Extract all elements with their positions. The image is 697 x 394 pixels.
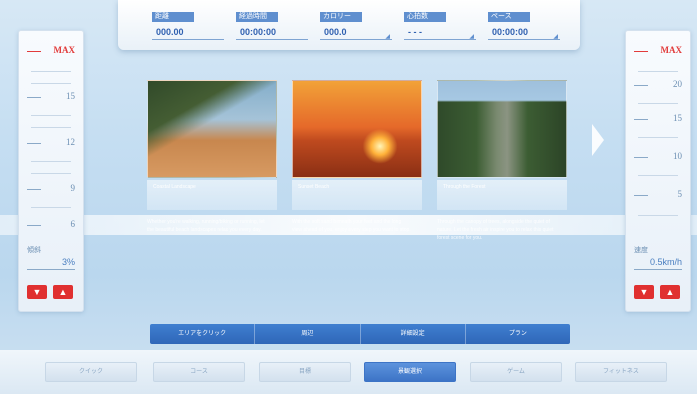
incline-up-button[interactable]: ▲ [53, 285, 73, 299]
speed-up-button[interactable]: ▲ [660, 285, 680, 299]
course-description: Whether you're walking, running/biking o… [147, 219, 265, 233]
course-card[interactable]: Through the Forest Through the canopy of… [437, 80, 567, 242]
speed-down-button[interactable]: ▼ [634, 285, 654, 299]
scale-tick: 15 [25, 91, 79, 103]
course-photo[interactable] [147, 80, 277, 178]
stat-label: 経過時間 [236, 12, 278, 22]
scale-tick: 15 [632, 113, 686, 125]
stat-label: 距離 [152, 12, 194, 22]
incline-down-button[interactable]: ▼ [27, 285, 47, 299]
corner-arrow-icon: ◢ [469, 34, 474, 40]
stat-pace[interactable]: ペース 00:00:00 ◢ [488, 12, 560, 42]
stat-distance: 距離 000.00 [152, 12, 224, 42]
stat-value: 000.00 [152, 24, 224, 40]
stat-value: 00:00:00 [488, 24, 560, 40]
incline-value: 3% [61, 257, 75, 267]
chevron-right-icon[interactable] [592, 124, 604, 156]
scale-max: MAX [25, 45, 79, 57]
course-caption: Sunset Beach [292, 180, 422, 210]
scale-tick: 10 [632, 151, 686, 163]
stat-value: - - - [404, 24, 476, 40]
scale-tick: 20 [632, 79, 686, 91]
tab-details[interactable]: 詳細設定 [361, 324, 466, 344]
stat-label: ペース [488, 12, 530, 22]
course-photo[interactable] [437, 80, 567, 178]
incline-panel: MAX 15 12 9 6 傾斜 3% ▼ ▲ [18, 30, 84, 312]
stat-label: 心拍数 [404, 12, 446, 22]
scale-tick: 12 [25, 137, 79, 149]
scale-tick: 5 [632, 189, 686, 201]
tab-surroundings[interactable]: 周辺 [255, 324, 361, 344]
incline-label: 傾斜 [27, 247, 41, 254]
nav-scenery-button[interactable]: 景観選択 [364, 362, 456, 382]
course-card[interactable]: Coastal Landscape Whether you're walking… [147, 80, 277, 234]
tab-bar: エリアをクリック 周辺 詳細設定 プラン [150, 324, 570, 344]
corner-arrow-icon: ◢ [553, 34, 558, 40]
stat-heart-rate[interactable]: 心拍数 - - - ◢ [404, 12, 476, 42]
course-description: Through the canopy of trees, alongside t… [437, 219, 554, 241]
speed-value: 0.5km/h [649, 257, 682, 267]
scale-tick: 6 [25, 219, 79, 231]
stat-value: 000.0 [320, 24, 392, 40]
stat-calories[interactable]: カロリー 000.0 ◢ [320, 12, 392, 42]
speed-scale: MAX 20 15 10 5 [632, 39, 686, 231]
scale-max: MAX [632, 45, 686, 57]
speed-label: 速度 [634, 247, 648, 254]
course-caption: Through the Forest [437, 180, 567, 210]
incline-scale: MAX 15 12 9 6 [25, 39, 79, 231]
stat-label: カロリー [320, 12, 362, 22]
course-photo[interactable] [292, 80, 422, 178]
nav-quick-button[interactable]: クイック [45, 362, 137, 382]
stat-value: 00:00:00 [236, 24, 308, 40]
scale-max-label: MAX [660, 45, 683, 55]
corner-arrow-icon: ◢ [385, 34, 390, 40]
course-caption: Coastal Landscape [147, 180, 277, 210]
nav-game-button[interactable]: ゲーム [470, 362, 562, 382]
speed-panel: MAX 20 15 10 5 速度 0.5km/h ▼ ▲ [625, 30, 691, 312]
stats-header: 距離 000.00 経過時間 00:00:00 カロリー 000.0 ◢ 心拍数… [118, 0, 580, 50]
nav-fitness-button[interactable]: フィットネス [575, 362, 667, 382]
stat-time: 経過時間 00:00:00 [236, 12, 308, 42]
nav-course-button[interactable]: コース [153, 362, 245, 382]
scale-max-label: MAX [53, 45, 76, 55]
scale-tick: 9 [25, 183, 79, 195]
course-description: With the soft sand beneath your feet and… [292, 219, 411, 233]
tab-area[interactable]: エリアをクリック [150, 324, 256, 344]
course-card[interactable]: Sunset Beach With the soft sand beneath … [292, 80, 422, 234]
nav-goal-button[interactable]: 目標 [259, 362, 351, 382]
tab-plan[interactable]: プラン [466, 324, 570, 344]
